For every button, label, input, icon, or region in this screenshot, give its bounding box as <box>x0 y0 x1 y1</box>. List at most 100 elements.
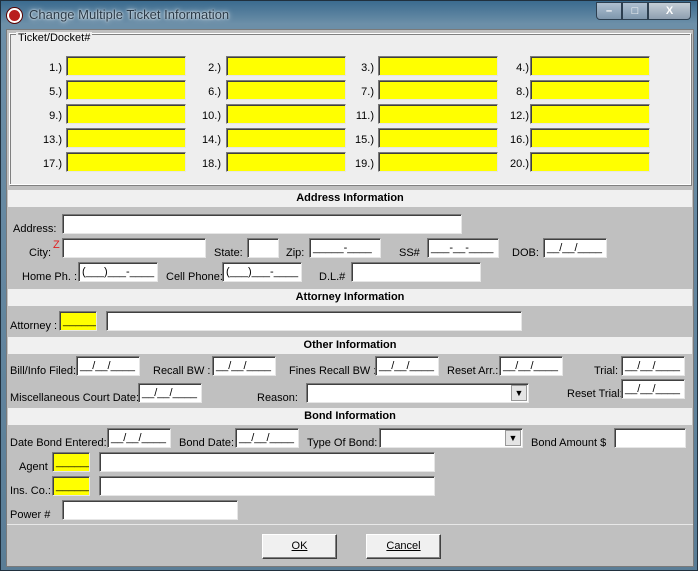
recall-bw-label: Recall BW : <box>153 365 211 377</box>
ticket-label-19: 19.) <box>355 158 374 170</box>
cell-phone-label: Cell Phone: <box>166 271 223 283</box>
ticket-input-13[interactable] <box>66 128 186 148</box>
attorney-label: Attorney : <box>10 320 58 332</box>
bond-header: Bond Information <box>8 408 692 425</box>
chevron-down-icon[interactable]: ▼ <box>511 385 527 401</box>
ticket-input-5[interactable] <box>66 80 186 100</box>
cancel-button[interactable]: Cancel <box>366 534 441 559</box>
agent-name-input[interactable] <box>99 452 435 472</box>
power-input[interactable] <box>62 500 238 520</box>
home-phone-input[interactable]: (___)___-____ <box>78 262 158 282</box>
ticket-label-3: 3.) <box>361 62 374 74</box>
ticket-label-16: 16.) <box>510 134 529 146</box>
ticket-label-14: 14.) <box>202 134 221 146</box>
ticket-label-5: 5.) <box>49 86 62 98</box>
ss-input[interactable]: ___-__-____ <box>427 238 499 258</box>
ticket-label-13: 13.) <box>43 134 62 146</box>
other-header: Other Information <box>8 337 692 354</box>
power-label: Power # <box>10 509 51 521</box>
ticket-input-19[interactable] <box>378 152 498 172</box>
minimize-button[interactable]: – <box>596 2 622 20</box>
close-button[interactable]: X <box>648 2 691 20</box>
ticket-input-18[interactable] <box>226 152 346 172</box>
ins-co-label: Ins. Co.: <box>10 485 51 497</box>
ticket-input-16[interactable] <box>530 128 650 148</box>
bond-amount-label: Bond Amount $ <box>531 437 607 449</box>
reason-label: Reason: <box>257 392 298 404</box>
ticket-label-20: 20.) <box>510 158 529 170</box>
ticket-input-1[interactable] <box>66 56 186 76</box>
fines-recall-input[interactable]: __/__/____ <box>375 356 439 376</box>
ticket-input-9[interactable] <box>66 104 186 124</box>
misc-court-input[interactable]: __/__/____ <box>138 383 202 403</box>
ticket-label-9: 9.) <box>49 110 62 122</box>
address-input[interactable] <box>62 214 462 234</box>
attorney-name-input[interactable] <box>106 311 522 331</box>
address-label: Address: <box>13 223 57 235</box>
dl-input[interactable] <box>351 262 481 282</box>
home-phone-label: Home Ph. : <box>22 271 78 283</box>
dialog-client: Ticket/Docket# 1.) 2.) 3.) 4.) 5.) 6.) 7.) 8.) 9… <box>6 29 694 567</box>
bond-amount-input[interactable] <box>614 428 686 448</box>
ticket-input-7[interactable] <box>378 80 498 100</box>
reason-select[interactable]: ▼ <box>306 383 529 403</box>
ins-co-name-input[interactable] <box>99 476 435 496</box>
ticket-input-8[interactable] <box>530 80 650 100</box>
ticket-label-4: 4.) <box>516 62 529 74</box>
billinfo-input[interactable]: __/__/____ <box>76 356 140 376</box>
ticket-input-6[interactable] <box>226 80 346 100</box>
ticket-input-4[interactable] <box>530 56 650 76</box>
ticket-input-20[interactable] <box>530 152 650 172</box>
ticket-input-14[interactable] <box>226 128 346 148</box>
reset-arr-input[interactable]: __/__/____ <box>499 356 563 376</box>
ticket-input-12[interactable] <box>530 104 650 124</box>
divider <box>7 524 693 525</box>
trial-label: Trial: <box>594 365 619 377</box>
dob-input[interactable]: __/__/____ <box>543 238 607 258</box>
title-bar[interactable]: Change Multiple Ticket Information – □ X <box>1 1 697 29</box>
dialog-window: Change Multiple Ticket Information – □ X… <box>0 0 698 571</box>
ticket-label-12: 12.) <box>510 110 529 122</box>
ins-co-code-input[interactable]: ______ <box>52 476 90 496</box>
ticket-label-2: 2.) <box>208 62 221 74</box>
billinfo-label: Bill/Info Filed: <box>10 365 77 377</box>
bond-date-label: Bond Date: <box>179 437 235 449</box>
dl-label: D.L.# <box>319 271 346 283</box>
ok-button[interactable]: OK <box>262 534 337 559</box>
ticket-input-17[interactable] <box>66 152 186 172</box>
state-input[interactable] <box>247 238 279 258</box>
trial-input[interactable]: __/__/____ <box>621 356 685 376</box>
recall-bw-input[interactable]: __/__/____ <box>212 356 276 376</box>
ticket-input-11[interactable] <box>378 104 498 124</box>
ticket-label-18: 18.) <box>202 158 221 170</box>
ticket-label-8: 8.) <box>516 86 529 98</box>
attorney-code-input[interactable]: ______ <box>59 311 97 331</box>
ticket-label-10: 10.) <box>202 110 221 122</box>
ticket-input-10[interactable] <box>226 104 346 124</box>
type-of-bond-select[interactable]: ▼ <box>379 428 523 448</box>
state-label: State: <box>214 247 243 259</box>
type-of-bond-label: Type Of Bond: <box>307 437 378 449</box>
city-required-marker: Z <box>53 239 60 251</box>
ss-label: SS# <box>399 247 420 259</box>
ticket-input-3[interactable] <box>378 56 498 76</box>
zip-input[interactable]: _____-____ <box>309 238 381 258</box>
date-bond-entered-input[interactable]: __/__/____ <box>107 428 171 448</box>
misc-court-label: Miscellaneous Court Date: <box>10 392 140 404</box>
cell-phone-input[interactable]: (___)___-____ <box>222 262 302 282</box>
reset-arr-label: Reset Arr.: <box>447 365 499 377</box>
city-input[interactable] <box>62 238 206 258</box>
maximize-button[interactable]: □ <box>622 2 648 20</box>
zip-label: Zip: <box>286 247 305 259</box>
window-title: Change Multiple Ticket Information <box>29 7 230 22</box>
ticket-input-15[interactable] <box>378 128 498 148</box>
agent-code-input[interactable]: ______ <box>52 452 90 472</box>
ticket-label-11: 11.) <box>355 110 374 122</box>
chevron-down-icon[interactable]: ▼ <box>505 430 521 446</box>
reset-trial-input[interactable]: __/__/____ <box>621 379 685 399</box>
address-header: Address Information <box>8 190 692 207</box>
bond-date-input[interactable]: __/__/____ <box>235 428 299 448</box>
app-icon <box>7 8 22 23</box>
ticket-label-7: 7.) <box>361 86 374 98</box>
ticket-input-2[interactable] <box>226 56 346 76</box>
